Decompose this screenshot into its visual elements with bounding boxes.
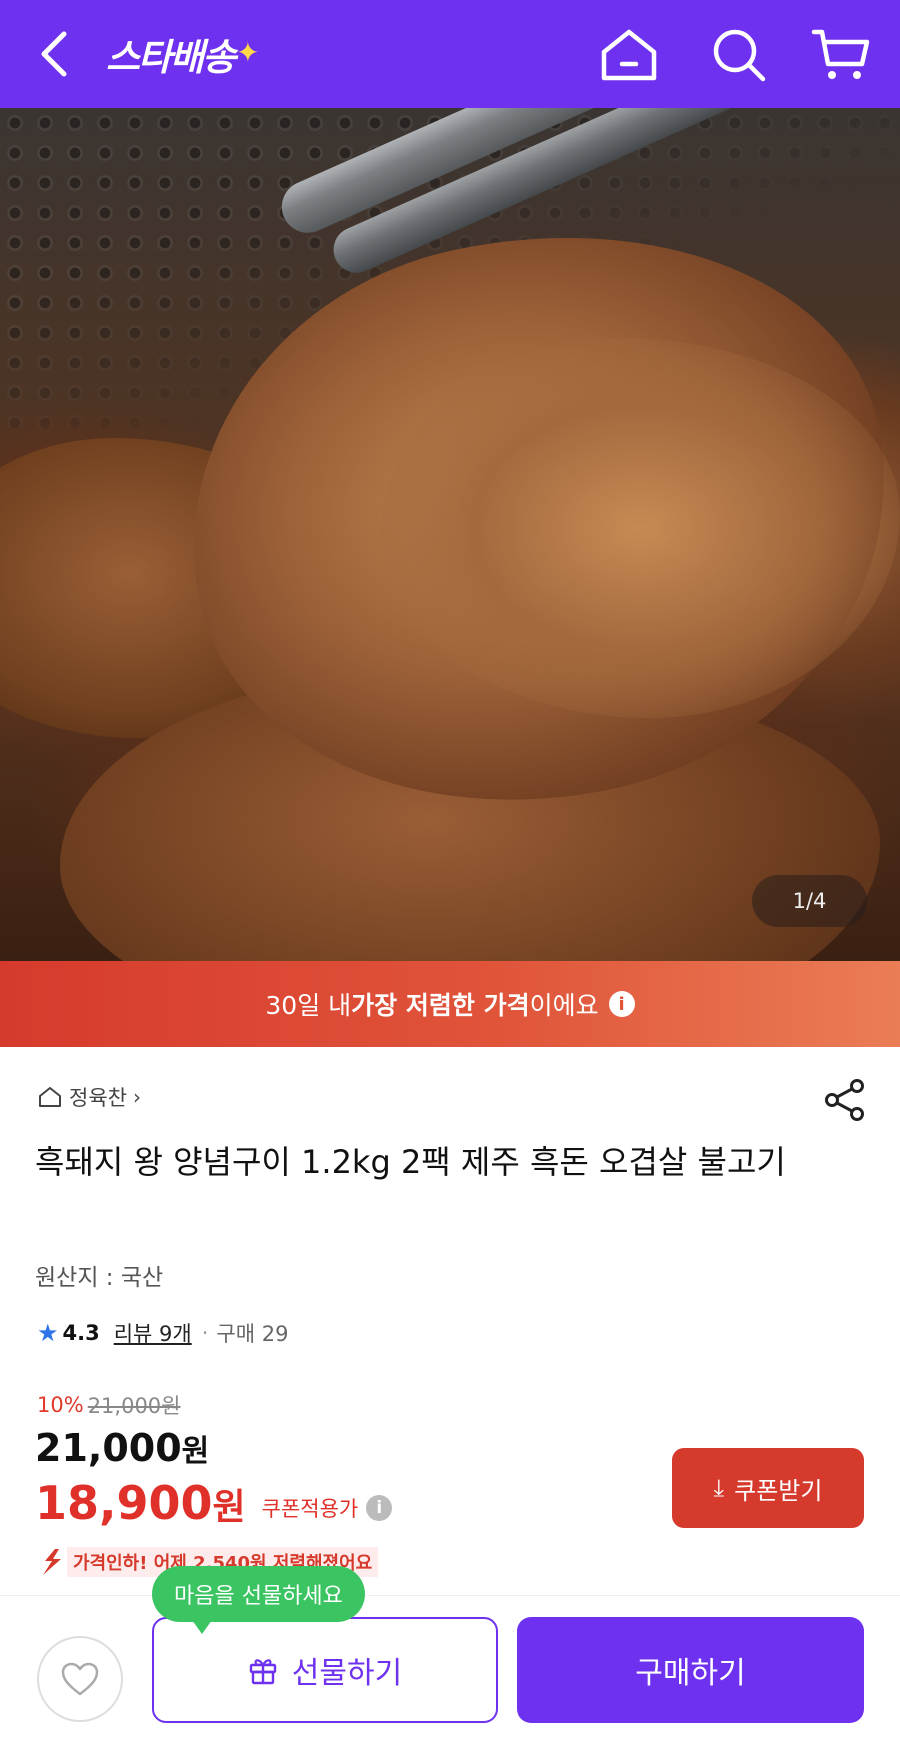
- star-icon: ★: [37, 1319, 59, 1347]
- logo-text: 스타배송: [106, 36, 236, 79]
- coupon-applied-note: 쿠폰적용가: [261, 1497, 359, 1521]
- meat-highlight: [380, 338, 900, 718]
- original-price: 21,000원: [87, 1394, 181, 1418]
- coupon-price-row: 18,900원 쿠폰적용가 i: [35, 1476, 393, 1530]
- buy-button[interactable]: 구매하기: [517, 1617, 864, 1723]
- purchase-count: 구매 29: [216, 1322, 289, 1346]
- product-title: 흑돼지 왕 양념구이 1.2kg 2팩 제주 흑돈 오겹살 불고기: [35, 1143, 786, 1181]
- lowest-price-banner: 30일 내 가장 저렴한 가격 이에요 i: [0, 961, 900, 1047]
- sale-price-unit: 원: [181, 1434, 210, 1469]
- share-icon[interactable]: [822, 1077, 868, 1123]
- store-home-icon: [39, 1087, 61, 1107]
- discount-percent: 10%: [37, 1393, 84, 1417]
- chevron-right-icon: ›: [132, 1085, 141, 1109]
- buy-button-label: 구매하기: [635, 1656, 746, 1691]
- get-coupon-label: 쿠폰받기: [734, 1476, 823, 1505]
- back-chevron-icon[interactable]: [30, 26, 80, 82]
- coupon-price-unit: 원: [212, 1487, 246, 1528]
- star-delivery-logo[interactable]: 스타배송 ✦: [106, 28, 260, 80]
- banner-highlight: 가장 저렴한 가격: [351, 991, 530, 1020]
- home-icon[interactable]: [598, 24, 660, 86]
- gift-tooltip-text: 마음을 선물하세요: [174, 1584, 343, 1609]
- store-name: 정육찬: [69, 1086, 127, 1110]
- download-icon: ⤓: [713, 1474, 725, 1502]
- gift-icon: [249, 1659, 276, 1685]
- reviews-link[interactable]: 리뷰 9개: [114, 1318, 192, 1348]
- coupon-price-number: 18,900: [35, 1476, 213, 1530]
- separator-dot: ·: [201, 1321, 209, 1345]
- product-image-carousel[interactable]: 1/4: [0, 108, 900, 961]
- heart-icon: [61, 1662, 99, 1696]
- sale-price: 21,000원: [35, 1426, 209, 1470]
- price-drop-arrow-icon: [43, 1549, 61, 1575]
- store-link[interactable]: 정육찬 ›: [37, 1082, 141, 1112]
- top-app-bar: 스타배송 ✦: [0, 0, 900, 108]
- get-coupon-button[interactable]: ⤓ 쿠폰받기: [672, 1448, 864, 1528]
- search-icon[interactable]: [708, 24, 770, 86]
- sale-price-number: 21,000: [35, 1426, 182, 1470]
- rating-value: 4.3: [62, 1321, 100, 1345]
- banner-prefix: 30일 내: [265, 991, 352, 1020]
- tooltip-tail: [192, 1620, 212, 1634]
- gift-tooltip: 마음을 선물하세요: [152, 1566, 365, 1634]
- rating-row: ★ 4.3 리뷰 9개 · 구매 29: [37, 1318, 288, 1348]
- info-icon[interactable]: i: [608, 991, 635, 1017]
- gift-button-label: 선물하기: [291, 1656, 403, 1691]
- product-origin: 원산지 : 국산: [35, 1265, 164, 1291]
- logo-sparkle-icon: ✦: [236, 35, 260, 69]
- info-icon[interactable]: i: [366, 1495, 393, 1521]
- image-counter-badge: 1/4: [752, 875, 867, 927]
- coupon-price: 18,900원: [35, 1476, 246, 1530]
- wishlist-button[interactable]: [37, 1636, 123, 1722]
- banner-suffix: 이에요: [529, 991, 599, 1020]
- cart-icon[interactable]: [810, 24, 872, 86]
- discount-row: 10% 21,000원: [37, 1390, 181, 1420]
